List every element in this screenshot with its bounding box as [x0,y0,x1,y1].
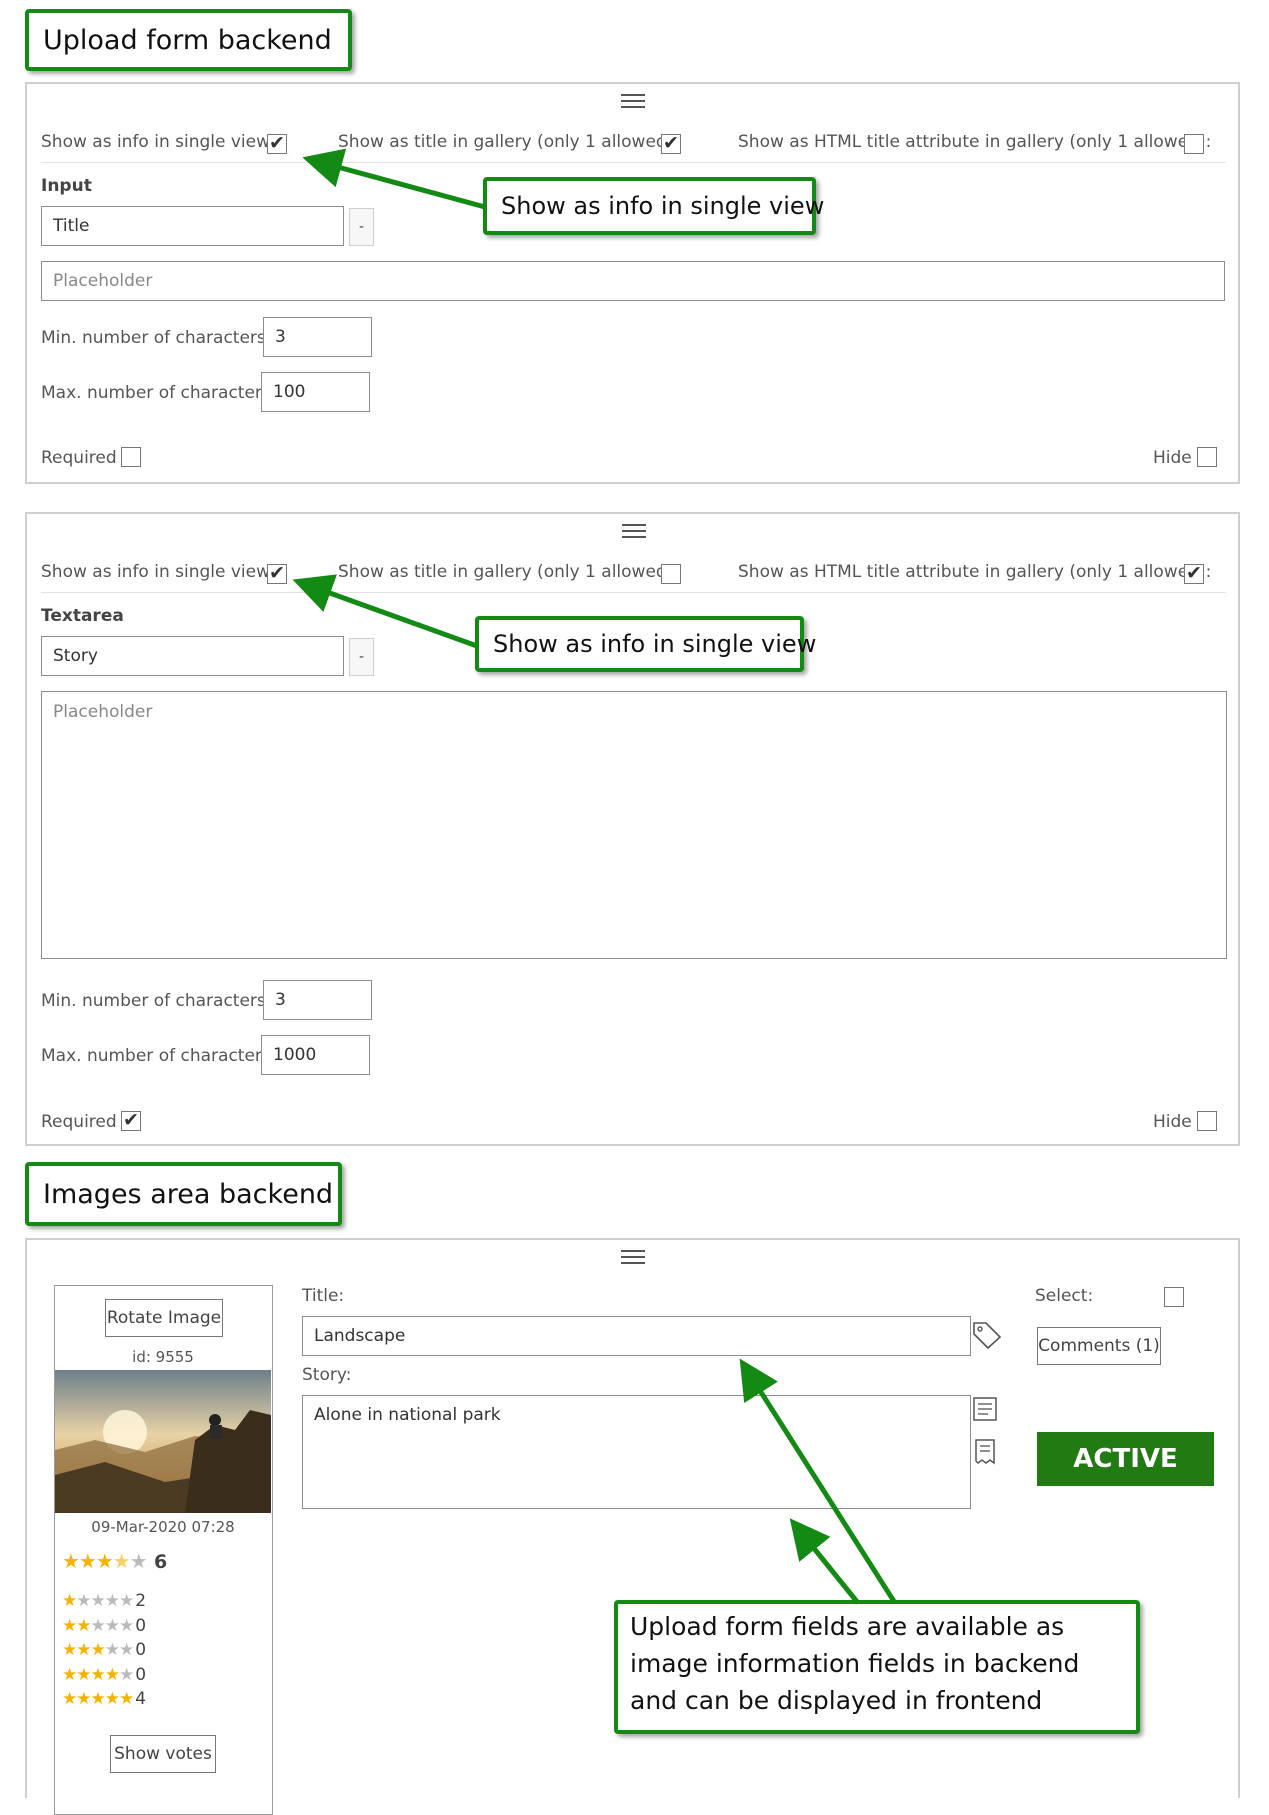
min-chars-label: Min. number of characters: [41,328,272,348]
field-name-input[interactable]: Story [41,636,344,676]
callout-fields-info: Upload form fields are available as imag… [614,1600,1140,1734]
rating-count: 2 [135,1591,147,1611]
image-id: id: 9555 [132,1348,194,1366]
rating-count: 0 [135,1665,147,1685]
image-date: 09-Mar-2020 07:28 [91,1518,235,1536]
hide-checkbox[interactable] [1197,447,1217,467]
max-chars-label: Max. number of characters: [41,383,277,403]
show-html-title-label: Show as HTML title attribute in gallery … [738,562,1212,582]
story-label: Story: [302,1365,352,1385]
select-checkbox[interactable] [1164,1287,1184,1307]
placeholder-textarea[interactable]: Placeholder [41,691,1227,959]
show-info-single-label: Show as info in single view: [41,132,275,152]
placeholder-input[interactable]: Placeholder [41,261,1225,301]
remove-field-button[interactable]: - [349,208,374,246]
field-type-label: Textarea [41,606,124,626]
field-name-input[interactable]: Title [41,206,344,246]
rating-row-4: ★★★★★ 0 [62,1665,147,1685]
active-status-button[interactable]: ACTIVE [1037,1432,1214,1486]
receipt-icon[interactable] [971,1437,999,1467]
required-checkbox[interactable] [121,1109,141,1131]
landscape-thumbnail[interactable] [55,1370,271,1513]
rating-row-1: ★★★★★ 2 [62,1591,147,1611]
callout-single-view-2: Show as info in single view [475,616,816,672]
image-card: Rotate Image id: 9555 09-Mar-2020 07:28 … [54,1285,273,1815]
rating-count: 0 [135,1616,147,1636]
required-label: Required [41,1112,117,1132]
star-icon: ★★★ [62,1549,114,1573]
average-rating: ★★★★★ 6 [62,1549,167,1573]
tag-icon[interactable] [971,1320,1003,1350]
show-html-title-checkbox[interactable] [1184,562,1204,584]
rating-row-5: ★★★★★ 4 [62,1689,147,1709]
show-votes-button[interactable]: Show votes [110,1735,216,1773]
textarea-field-panel: Show as info in single view: Show as tit… [25,512,1240,1146]
required-checkbox[interactable] [121,447,141,467]
min-chars-label: Min. number of characters: [41,991,272,1011]
min-chars-input[interactable]: 3 [263,980,372,1020]
max-chars-input[interactable]: 100 [261,372,370,412]
drag-handle-icon[interactable] [621,1250,645,1266]
empty-star-icon: ★ [129,1549,148,1573]
drag-handle-icon[interactable] [622,524,646,540]
remove-field-button[interactable]: - [349,638,374,676]
show-info-single-label: Show as info in single view: [41,562,275,582]
required-label: Required [41,448,117,468]
show-title-gallery-checkbox[interactable] [661,564,681,584]
callout-single-view-1: Show as info in single view [483,177,824,235]
panel-separator [41,162,1226,163]
story-textarea[interactable]: Alone in national park [302,1395,971,1509]
upload-form-backend-label: Upload form backend [25,9,352,71]
hide-label: Hide [1153,448,1192,468]
hide-label: Hide [1153,1112,1192,1132]
title-input[interactable]: Landscape [302,1316,971,1356]
select-label: Select: [1035,1286,1094,1306]
half-star-icon: ★ [112,1549,131,1573]
panel-separator [41,592,1226,593]
max-chars-label: Max. number of characters: [41,1046,277,1066]
title-label: Title: [302,1286,345,1306]
document-icon[interactable] [971,1395,999,1425]
rating-row-3: ★★★★★ 0 [62,1640,147,1660]
max-chars-input[interactable]: 1000 [261,1035,370,1075]
show-title-gallery-label: Show as title in gallery (only 1 allowed… [338,562,680,582]
field-type-label: Input [41,176,92,196]
comments-button[interactable]: Comments (1) [1037,1327,1161,1365]
min-chars-input[interactable]: 3 [263,317,372,357]
rating-count: 0 [135,1640,147,1660]
hide-checkbox[interactable] [1197,1111,1217,1131]
show-title-gallery-checkbox[interactable] [661,132,681,154]
show-html-title-checkbox[interactable] [1184,134,1204,154]
images-area-backend-label: Images area backend [25,1162,342,1226]
show-info-single-checkbox[interactable] [267,132,287,154]
show-title-gallery-label: Show as title in gallery (only 1 allowed… [338,132,680,152]
rotate-image-button[interactable]: Rotate Image [105,1299,223,1337]
show-info-single-checkbox[interactable] [267,562,287,584]
rating-total: 6 [154,1551,168,1573]
rating-row-2: ★★★★★ 0 [62,1616,147,1636]
show-html-title-label: Show as HTML title attribute in gallery … [738,132,1212,152]
input-field-panel: Show as info in single view: Show as tit… [25,82,1240,484]
rating-count: 4 [135,1689,147,1709]
drag-handle-icon[interactable] [621,94,645,110]
